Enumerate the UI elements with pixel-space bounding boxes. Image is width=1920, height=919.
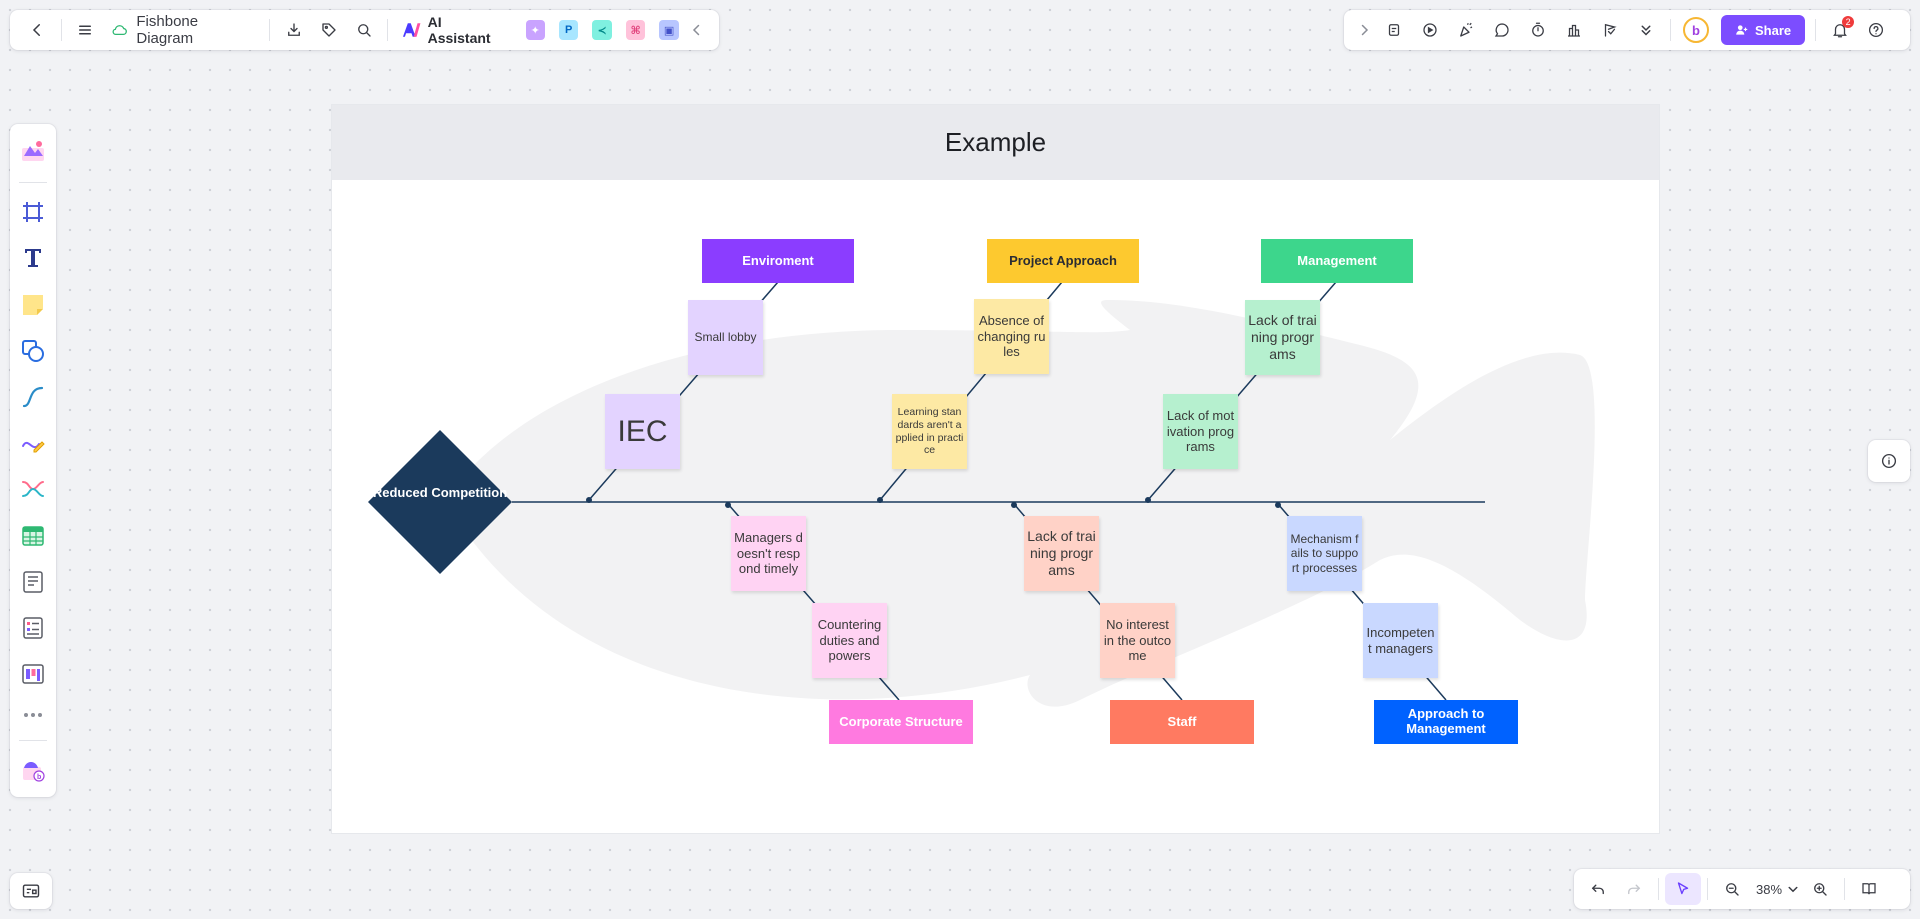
junction-dot [1011,502,1017,508]
sticky-note[interactable]: Small lobby [688,300,763,375]
category-staff[interactable]: Staff [1110,700,1254,744]
junction-dot [1145,497,1151,503]
sticky-note[interactable]: No interest in the outcome [1100,603,1175,678]
sticky-note[interactable]: Lack of motivation programs [1163,394,1238,469]
category-corporate-structure[interactable]: Corporate Structure [829,700,973,744]
junction-dot [586,497,592,503]
sticky-note[interactable]: IEC [605,394,680,469]
category-approach-to-management[interactable]: Approach to Management [1374,700,1518,744]
sticky-note[interactable]: Countering duties and powers [812,603,887,678]
category-enviroment[interactable]: Enviroment [702,239,854,283]
sticky-note[interactable]: Learning standards aren't applied in pra… [892,394,967,469]
sticky-note[interactable]: Mechanism fails to support processes [1287,516,1362,591]
sticky-note[interactable]: Incompetent managers [1363,603,1438,678]
category-management[interactable]: Management [1261,239,1413,283]
sticky-note[interactable]: Lack of training programs [1245,300,1320,375]
sticky-note[interactable]: Managers doesn't respond timely [731,516,806,591]
junction-dot [877,497,883,503]
sticky-note[interactable]: Absence of changing rules [974,299,1049,374]
sticky-note[interactable]: Lack of training programs [1024,516,1099,591]
junction-dot [1275,502,1281,508]
problem-statement[interactable]: Reduced Competition [368,485,512,501]
junction-dot [725,502,731,508]
category-project-approach[interactable]: Project Approach [987,239,1139,283]
